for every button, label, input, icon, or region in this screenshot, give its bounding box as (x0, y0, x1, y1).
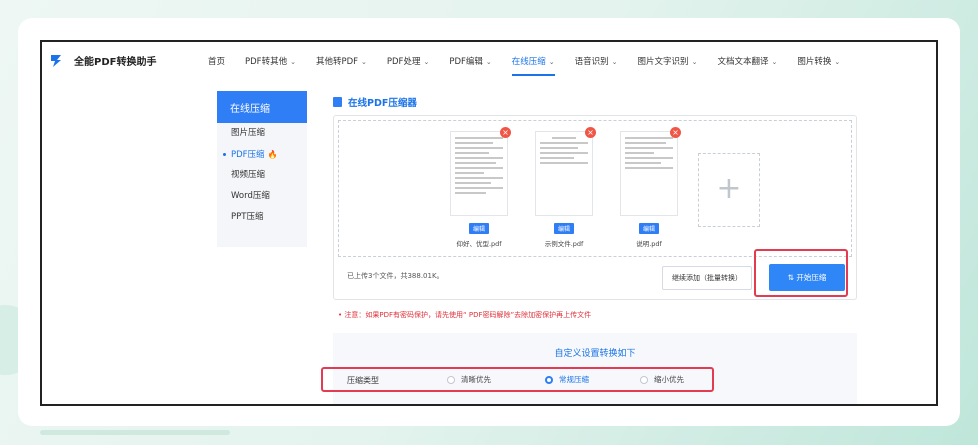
sidebar-item-video-compress[interactable]: 视频压缩 (217, 165, 307, 186)
chevron-down-icon: ⌄ (548, 58, 555, 66)
file-card[interactable]: × 编辑 示例文件.pdf (534, 127, 596, 248)
nav-item-speech-recognition[interactable]: 语音识别 ⌄ (575, 55, 618, 67)
nav-item-home[interactable]: 首页 (208, 55, 225, 67)
app-screenshot: 全能PDF转换助手 首页 PDF转其他 ⌄ 其他转PDF ⌄ PDF处理 ⌄ PDF编… (40, 40, 938, 406)
decorative-bar (40, 430, 230, 435)
upload-dropzone[interactable]: × 编辑 仰好、优型.pdf × 编辑 示例文件.pdf × 编辑 说明.pdf… (338, 120, 852, 257)
chevron-down-icon: ⌄ (423, 58, 430, 66)
fire-icon: 🔥 (267, 150, 278, 159)
content-card: 全能PDF转换助手 首页 PDF转其他 ⌄ 其他转PDF ⌄ PDF处理 ⌄ PDF编… (18, 18, 960, 426)
chevron-down-icon: ⌄ (691, 58, 698, 66)
edit-tag[interactable]: 编辑 (638, 223, 659, 234)
chevron-down-icon: ⌄ (771, 58, 778, 66)
document-icon (333, 97, 342, 107)
file-name: 说明.pdf (636, 240, 662, 248)
continue-add-button[interactable]: 继续添加（批量转换） (662, 266, 752, 290)
option-normal-compress[interactable]: 常规压缩 (545, 374, 589, 385)
add-file-button[interactable]: + (698, 153, 760, 227)
delete-file-icon[interactable]: × (585, 127, 596, 138)
file-thumbnail (620, 131, 678, 216)
compress-type-label: 压缩类型 (347, 376, 379, 385)
chevron-down-icon: ⌄ (290, 58, 296, 66)
delete-file-icon[interactable]: × (670, 127, 681, 138)
nav-item-online-compress[interactable]: 在线压缩 ⌄ (511, 55, 555, 76)
nav-item-pdf-edit[interactable]: PDF编辑 ⌄ (449, 55, 491, 67)
brand-name: 全能PDF转换助手 (74, 57, 157, 68)
nav-item-other-to-pdf[interactable]: 其他转PDF ⌄ (316, 55, 367, 67)
chevron-down-icon: ⌄ (834, 58, 841, 66)
password-notice: • 注意：如果PDF有密码保护，请先使用“ PDF密码解除”去除加密保护再上传文… (338, 311, 592, 319)
sidebar-item-ppt-compress[interactable]: PPT压缩 (217, 207, 307, 228)
chevron-down-icon: ⌄ (611, 58, 618, 66)
sidebar-item-word-compress[interactable]: Word压缩 (217, 186, 307, 207)
nav-item-pdf-to-other[interactable]: PDF转其他 ⌄ (245, 55, 296, 67)
edit-tag[interactable]: 编辑 (468, 223, 489, 234)
nav-item-pdf-process[interactable]: PDF处理 ⌄ (387, 55, 429, 67)
nav-item-doc-translate[interactable]: 文档文本翻译 ⌄ (717, 55, 777, 67)
file-card[interactable]: × 编辑 仰好、优型.pdf (449, 127, 511, 248)
upload-status: 已上传3个文件，共388.01K。 (347, 272, 444, 280)
option-size-first[interactable]: 缩小优先 (640, 374, 684, 385)
radio-button-checked[interactable] (545, 375, 553, 384)
highlight-box-start (754, 249, 848, 297)
file-card[interactable]: × 编辑 说明.pdf (619, 127, 681, 248)
file-thumbnail (535, 131, 593, 216)
nav-menu: 首页 PDF转其他 ⌄ 其他转PDF ⌄ PDF处理 ⌄ PDF编辑 ⌄ 在线压缩 ⌄ 语… (208, 55, 860, 76)
page-title-text: 在线PDF压缩器 (348, 98, 417, 109)
radio-button[interactable] (640, 375, 648, 384)
chevron-down-icon: ⌄ (361, 58, 367, 66)
sidebar-title: 在线压缩 (217, 91, 307, 123)
radio-button[interactable] (447, 375, 455, 384)
sidebar-item-pdf-compress[interactable]: PDF压缩 🔥 (217, 144, 307, 165)
top-nav: 全能PDF转换助手 首页 PDF转其他 ⌄ 其他转PDF ⌄ PDF处理 ⌄ PDF编… (42, 42, 936, 82)
file-thumbnail (450, 131, 508, 216)
option-clarity-first[interactable]: 清晰优先 (447, 374, 491, 385)
edit-tag[interactable]: 编辑 (553, 223, 574, 234)
brand-logo-icon (51, 54, 61, 67)
page-title: 在线PDF压缩器 (333, 95, 417, 109)
delete-file-icon[interactable]: × (500, 127, 511, 138)
settings-title: 自定义设置转换如下 (554, 349, 636, 359)
nav-item-image-ocr[interactable]: 图片文字识别 ⌄ (638, 55, 698, 67)
sidebar-item-image-compress[interactable]: 图片压缩 (217, 123, 307, 144)
chevron-down-icon: ⌄ (485, 58, 492, 66)
file-name: 仰好、优型.pdf (456, 240, 502, 248)
brand[interactable]: 全能PDF转换助手 (50, 53, 156, 68)
sidebar: 在线压缩 图片压缩 PDF压缩 🔥 视频压缩 Word压缩 PPT压缩 (217, 91, 307, 247)
file-name: 示例文件.pdf (544, 240, 584, 248)
nav-item-image-convert[interactable]: 图片转换 ⌄ (797, 55, 840, 67)
